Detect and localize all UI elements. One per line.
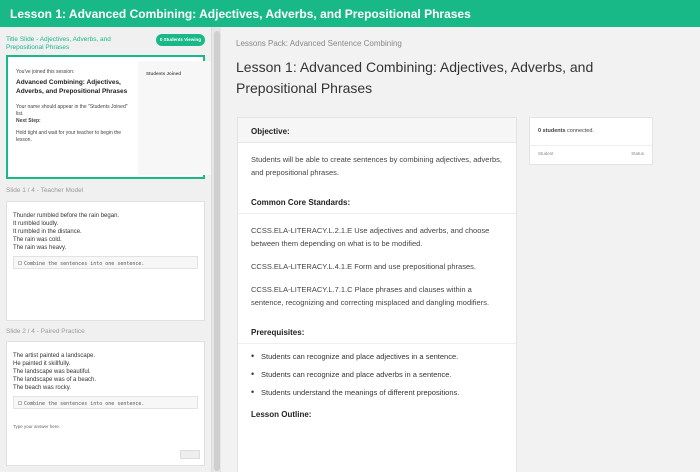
- page-title: Lesson 1: Advanced Combining: Adjectives…: [236, 59, 594, 96]
- connected-text: connected.: [565, 128, 594, 134]
- col-status: Status: [631, 151, 644, 156]
- submit-button[interactable]: [180, 450, 200, 459]
- slide1-task-text: Combine the sentences into one sentence.: [24, 261, 145, 267]
- slide-header-2[interactable]: Slide 2 / 4 - Paired Practice: [0, 321, 211, 341]
- slide2-line: The beach was rocky.: [13, 385, 71, 391]
- slide1-task: Combine the sentences into one sentence.: [13, 256, 198, 269]
- objective-text: Students will be able to create sentence…: [251, 155, 502, 177]
- prerequisites-list: Students can recognize and place adjecti…: [251, 351, 503, 397]
- prerequisites-heading: Prerequisites:: [238, 319, 516, 344]
- slide2-task-text: Combine the sentences into one sentence.: [24, 401, 145, 407]
- slide-1-card[interactable]: Thunder rumbled before the rain began. I…: [6, 201, 205, 321]
- lesson-details-card: Objective: Students will be able to crea…: [237, 117, 517, 472]
- standard-item: CCSS.ELA-LITERACY.L.7.1.C Place phrases …: [251, 285, 490, 307]
- answer-input[interactable]: Type your answer here.: [13, 423, 198, 431]
- lesson-header-title: Lesson 1: Advanced Combining: Adjectives…: [10, 6, 471, 21]
- standards-heading: Common Core Standards:: [238, 189, 516, 214]
- standard-item: CCSS.ELA-LITERACY.L.2.1.E Use adjectives…: [251, 226, 490, 248]
- slide1-line: Thunder rumbled before the rain began.: [13, 213, 120, 219]
- list-item: Students understand the meanings of diff…: [251, 387, 503, 397]
- list-item: Students can recognize and place adverbs…: [251, 369, 503, 379]
- sidebar-scrollbar[interactable]: [211, 27, 221, 472]
- students-viewing-badge: 0 Students Viewing: [155, 34, 205, 46]
- slide-2-card[interactable]: The artist painted a landscape. He paint…: [6, 341, 205, 466]
- lesson-header-bar: Lesson 1: Advanced Combining: Adjectives…: [0, 0, 700, 27]
- slide2-line: The artist painted a landscape.: [13, 353, 96, 359]
- slide-header-title[interactable]: Title Slide - Adjectives, Adverbs, and P…: [0, 27, 211, 55]
- slide1-label: Slide 1 / 4 - Teacher Model: [6, 187, 84, 194]
- lesson-pack-label: Lessons Pack: Advanced Sentence Combinin…: [236, 39, 402, 48]
- next-step-label: Next Step:: [16, 118, 41, 124]
- joined-text: You've joined this session:: [16, 69, 75, 75]
- slide2-task: Combine the sentences into one sentence.: [13, 396, 198, 409]
- outline-heading: Lesson Outline:: [238, 406, 516, 425]
- slide-sidebar: Title Slide - Adjectives, Adverbs, and P…: [0, 27, 211, 472]
- slide2-label: Slide 2 / 4 - Paired Practice: [6, 328, 85, 335]
- students-connected: 0 students connected.: [530, 118, 652, 146]
- standard-item: CCSS.ELA-LITERACY.L.4.1.E Form and use p…: [251, 262, 476, 271]
- slide2-line: The landscape was beautiful.: [13, 369, 91, 375]
- connected-students-panel: 0 students connected. Student Status: [529, 117, 653, 165]
- scrollbar-thumb[interactable]: [214, 31, 220, 471]
- col-student: Student: [538, 151, 554, 156]
- slide1-line: It rumbled in the distance.: [13, 229, 82, 235]
- wait-text: Hold tight and wait for your teacher to …: [16, 130, 122, 143]
- slide2-line: He painted it skillfully.: [13, 361, 71, 367]
- slide2-line: The landscape was of a beach.: [13, 377, 97, 383]
- title-slide-info: You've joined this session: Advanced Com…: [12, 63, 134, 150]
- slide1-line: The rain was heavy.: [13, 245, 67, 251]
- students-joined-panel: Students Joined: [138, 61, 211, 175]
- students-table-header: Student Status: [530, 146, 652, 156]
- slide1-line: The rain was cold.: [13, 237, 62, 243]
- title-slide-card[interactable]: You've joined this session: Advanced Com…: [6, 55, 211, 179]
- list-item: Students can recognize and place adjecti…: [251, 351, 503, 361]
- slide1-line: It rumbled loudly.: [13, 221, 59, 227]
- students-count: 0 students: [538, 128, 566, 134]
- slide-header-1[interactable]: Slide 1 / 4 - Teacher Model: [0, 179, 211, 201]
- students-joined-label: Students Joined: [146, 71, 182, 76]
- task-icon: [18, 261, 22, 265]
- lesson-main: Lessons Pack: Advanced Sentence Combinin…: [221, 27, 700, 472]
- title-slide-lesson: Advanced Combining: Adjectives, Adverbs,…: [16, 79, 128, 95]
- objective-heading: Objective:: [238, 118, 516, 143]
- slide-title-label: Title Slide - Adjectives, Adverbs, and P…: [6, 36, 111, 51]
- name-note: Your name should appear in the "Students…: [16, 104, 128, 117]
- task-icon: [18, 401, 22, 405]
